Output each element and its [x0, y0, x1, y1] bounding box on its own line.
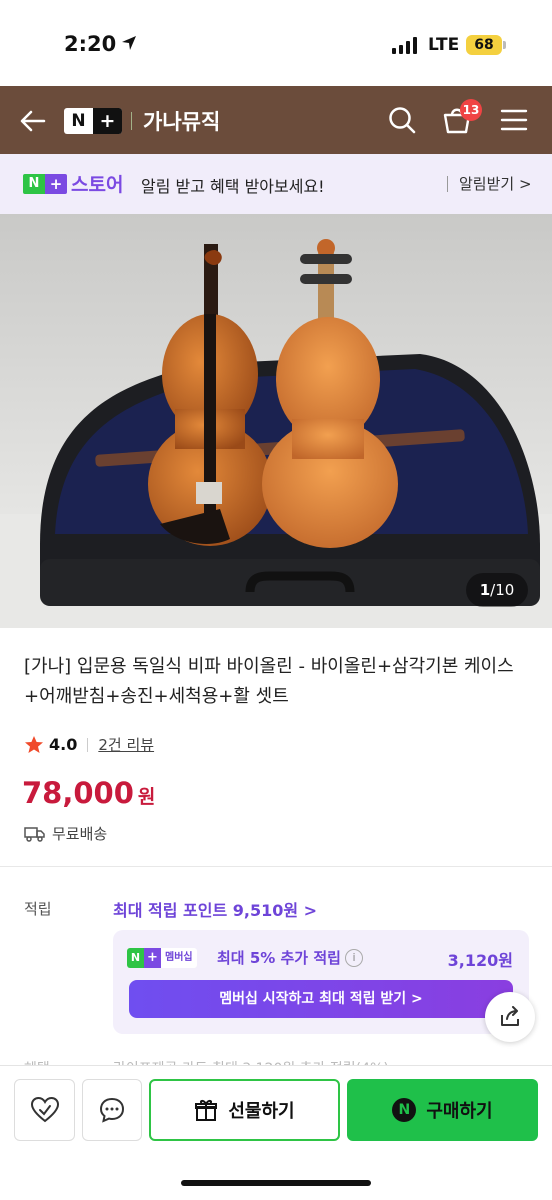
price: 78,000 원 — [22, 776, 155, 810]
pager-current: 1 — [479, 581, 491, 599]
notify-button[interactable]: 알림받기 > — [459, 173, 532, 194]
search-icon[interactable] — [387, 105, 417, 135]
rating-score: 4.0 — [49, 735, 78, 754]
buy-button[interactable]: N 구매하기 — [347, 1079, 538, 1141]
notify-message: 알림 받고 혜택 받아보세요! — [141, 177, 325, 196]
info-icon[interactable]: i — [345, 949, 363, 967]
review-link[interactable]: 2건 리뷰 — [98, 734, 154, 755]
gift-button[interactable]: 선물하기 — [149, 1079, 340, 1141]
rating-divider — [87, 737, 89, 752]
status-bar: 2:20 LTE 68 — [0, 0, 552, 86]
naver-plus-logo[interactable]: N + — [64, 108, 122, 134]
badge-text: 멤버십 — [165, 952, 193, 963]
store-label: 스토어 — [71, 174, 124, 196]
price-currency: 원 — [137, 786, 156, 808]
star-icon — [25, 735, 43, 753]
badge-n: N — [127, 948, 144, 968]
notify-divider — [447, 176, 448, 192]
gallery-pager: 1/10 — [466, 573, 528, 607]
membership-badge: N + 멤버십 — [127, 948, 197, 968]
rating-row: 4.0 2건 리뷰 — [24, 734, 154, 755]
battery-tip — [503, 41, 506, 49]
naver-pay-icon: N — [392, 1098, 417, 1122]
battery-icon: 68 — [466, 35, 502, 55]
share-button[interactable] — [485, 992, 535, 1042]
notify-logo-n: N — [23, 174, 45, 194]
product-title: [가나] 입문용 독일식 비파 바이올린 - 바이올린+삼각기본 케이스+어깨받… — [24, 656, 514, 707]
price-value: 78,000 — [22, 776, 134, 810]
cart-count-badge: 13 — [460, 99, 482, 121]
buy-label: 구매하기 — [426, 1101, 493, 1122]
network-label: LTE — [428, 35, 460, 55]
chat-button[interactable] — [82, 1079, 142, 1141]
points-label: 적립 — [24, 900, 52, 918]
badge-plus: + — [144, 948, 161, 968]
product-image[interactable] — [0, 214, 552, 628]
wishlist-button[interactable] — [14, 1079, 75, 1141]
gift-icon — [195, 1100, 218, 1121]
membership-box: N + 멤버십 최대 5% 추가 적립 i 3,120원 멤버십 시작하고 최대… — [113, 930, 529, 1034]
signal-icon — [392, 36, 417, 54]
gift-label: 선물하기 — [228, 1101, 295, 1122]
shipping-info: 무료배송 — [24, 823, 107, 844]
header-divider — [131, 112, 132, 130]
chat-bubble-icon — [99, 1097, 125, 1123]
logo-plus: + — [93, 108, 122, 134]
back-arrow-icon[interactable] — [18, 106, 48, 136]
naver-plus-store-logo: N + — [23, 174, 67, 194]
menu-icon[interactable] — [500, 108, 528, 132]
location-arrow-icon — [122, 36, 136, 50]
max-points-link[interactable]: 최대 적립 포인트 9,510원 > — [113, 897, 317, 921]
store-header: N + 가나뮤직 13 — [0, 86, 552, 154]
heart-icon — [30, 1096, 59, 1123]
share-icon — [501, 1006, 519, 1026]
shipping-label: 무료배송 — [52, 825, 108, 843]
membership-cta-button[interactable]: 멤버십 시작하고 최대 적립 받기 > — [129, 980, 513, 1018]
pager-total: /10 — [490, 581, 515, 599]
section-divider — [0, 866, 552, 867]
status-time: 2:20 — [64, 32, 117, 56]
store-name[interactable]: 가나뮤직 — [143, 106, 220, 136]
notification-banner: N + 스토어 알림 받고 혜택 받아보세요! 알림받기 > — [0, 154, 552, 214]
extra-points-amount: 3,120원 — [447, 951, 513, 970]
truck-icon — [24, 826, 45, 842]
home-indicator — [181, 1180, 371, 1186]
extra-points-text: 최대 5% 추가 적립 — [217, 949, 341, 967]
logo-n: N — [71, 111, 86, 131]
notify-logo-plus: + — [45, 174, 67, 194]
